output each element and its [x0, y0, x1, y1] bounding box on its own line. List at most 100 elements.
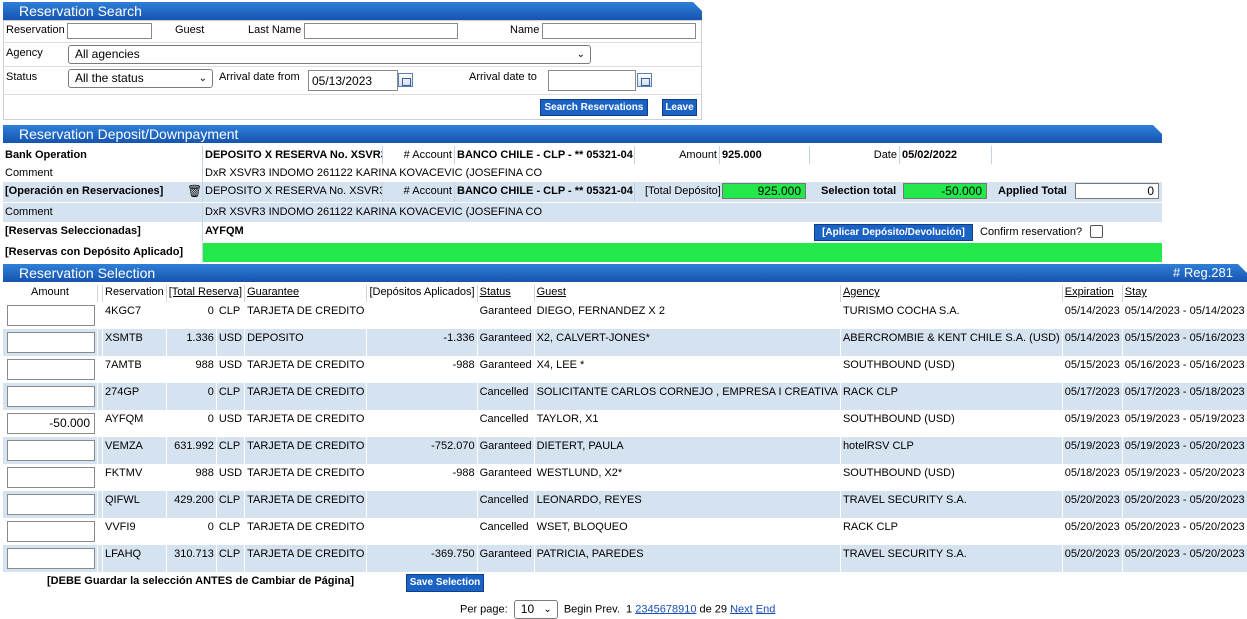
- deposits-cell: -988: [366, 356, 478, 383]
- applied-deposit-row: [Reservas con Depósito Aplicado]: [3, 243, 1162, 262]
- arrival-to-input[interactable]: [548, 70, 636, 91]
- guarantee-cell: TARJETA DE CREDITO: [244, 410, 368, 437]
- trash-icon[interactable]: 🗑: [185, 182, 203, 202]
- calendar-icon[interactable]: [637, 73, 652, 87]
- col-stay[interactable]: Stay: [1122, 285, 1247, 302]
- guest-cell: WSET, BLOQUEO: [534, 518, 841, 545]
- total-cell: 0: [166, 383, 217, 410]
- selection-total-label: Selection total: [821, 185, 897, 197]
- currency-cell: CLP: [216, 545, 246, 572]
- stay-cell: 05/19/2023 - 05/20/2023: [1122, 464, 1247, 491]
- currency-cell: CLP: [216, 302, 246, 329]
- col-reservation[interactable]: Reservation: [102, 285, 167, 302]
- table-row: 274GP 0 CLP TARJETA DE CREDITO Cancelled SOLI…: [3, 383, 1247, 410]
- col-total[interactable]: [Total Reserva]: [166, 285, 246, 302]
- currency-cell: USD: [216, 329, 246, 356]
- guest-cell: SOLICITANTE CARLOS CORNEJO , EMPRESA I C…: [534, 383, 841, 410]
- amount-input[interactable]: [7, 305, 95, 326]
- amount-input[interactable]: [7, 521, 95, 542]
- apply-deposit-button[interactable]: [Aplicar Depósito/Devolución]: [814, 224, 973, 241]
- save-selection-button[interactable]: Save Selection: [406, 574, 484, 592]
- col-amount: Amount: [3, 285, 98, 302]
- arrival-to-label: Arrival date to: [469, 71, 537, 83]
- table-row: -50.000 AYFQM 0 USD TARJETA DE CREDITO Cancel…: [3, 410, 1247, 437]
- deposits-cell: [366, 491, 478, 518]
- guarantee-cell: TARJETA DE CREDITO: [244, 383, 368, 410]
- amount-input[interactable]: [7, 494, 95, 515]
- operation-label: [Operación en Reservaciones]: [5, 185, 164, 197]
- deposits-cell: -1.336: [366, 329, 478, 356]
- amount-input[interactable]: [7, 548, 95, 569]
- col-agency[interactable]: Agency: [840, 285, 1063, 302]
- arrival-from-input[interactable]: [308, 70, 398, 91]
- expiration-cell: 05/19/2023: [1062, 410, 1123, 437]
- col-status[interactable]: Status: [477, 285, 535, 302]
- stay-cell: 05/19/2023 - 05/20/2023: [1122, 437, 1247, 464]
- current-page: 1: [626, 603, 633, 616]
- comment2-row: Comment DxR XSVR3 INDOMO 261122 KARINA K…: [3, 203, 1162, 222]
- amount-value: 925.000: [720, 146, 810, 164]
- account-label: # Account: [383, 146, 455, 164]
- amount-input[interactable]: [7, 359, 95, 380]
- col-guarantee[interactable]: Guarantee: [244, 285, 368, 302]
- table-row: VVFI9 0 CLP TARJETA DE CREDITO Cancelled WSET…: [3, 518, 1247, 545]
- status-cell: Garanteed: [477, 302, 535, 329]
- amount-input[interactable]: -50.000: [7, 413, 95, 434]
- amount-cell: [3, 302, 98, 329]
- chevron-down-icon: ⌄: [198, 73, 207, 84]
- leave-button[interactable]: Leave: [662, 99, 697, 116]
- next-link[interactable]: Next: [730, 603, 753, 615]
- amount-input[interactable]: [7, 440, 95, 461]
- last-name-label: Last Name: [248, 24, 302, 36]
- amount-input[interactable]: [7, 467, 95, 488]
- reservation-input[interactable]: [67, 23, 152, 39]
- agency-cell: ABERCROMBIE & KENT CHILE S.A. (USD): [840, 329, 1063, 356]
- currency-cell: CLP: [216, 383, 246, 410]
- name-input[interactable]: [542, 23, 696, 39]
- guarantee-cell: TARJETA DE CREDITO: [244, 464, 368, 491]
- deposits-cell: [366, 518, 478, 545]
- begin-label: Begin: [563, 603, 592, 616]
- reservation-selection-title: Reservation Selection: [19, 265, 156, 281]
- reservation-search-header: Reservation Search: [3, 2, 702, 20]
- end-link[interactable]: End: [756, 603, 776, 615]
- status-cell: Garanteed: [477, 437, 535, 464]
- reservation-cell: AYFQM: [102, 410, 167, 437]
- applied-total-label: Applied Total: [998, 185, 1067, 197]
- per-page-select[interactable]: 10 ⌄: [513, 600, 558, 619]
- col-deposits: [Depósitos Aplicados]: [366, 285, 478, 302]
- agency-cell: SOUTHBOUND (USD): [840, 464, 1063, 491]
- account-value: BANCO CHILE - CLP - ** 05321-04: [455, 146, 635, 164]
- currency-cell: USD: [216, 464, 246, 491]
- op-account-value: BANCO CHILE - CLP - ** 05321-04: [455, 182, 635, 202]
- calendar-icon[interactable]: [398, 73, 413, 87]
- table-row: VEMZA 631.992 CLP TARJETA DE CREDITO -752.07…: [3, 437, 1247, 464]
- deposits-cell: -369.750: [366, 545, 478, 572]
- total-cell: 310.713: [166, 545, 217, 572]
- agency-select[interactable]: All agencies ⌄: [68, 45, 591, 64]
- reg-count: # Reg.281: [1173, 265, 1233, 280]
- bank-operation-value: DEPOSITO X RESERVA No. XSVR3: [203, 146, 383, 164]
- search-reservations-button[interactable]: Search Reservations: [540, 99, 648, 116]
- status-select[interactable]: All the status ⌄: [68, 69, 213, 88]
- applied-total-field[interactable]: 0: [1075, 183, 1159, 199]
- confirm-reservation-checkbox[interactable]: [1090, 225, 1103, 238]
- guest-cell: X2, CALVERT-JONES*: [534, 329, 841, 356]
- agency-cell: RACK CLP: [840, 383, 1063, 410]
- page-link[interactable]: 10: [684, 603, 696, 615]
- deposits-cell: [366, 410, 478, 437]
- amount-cell: [3, 545, 98, 572]
- amount-input[interactable]: [7, 386, 95, 407]
- currency-cell: CLP: [216, 491, 246, 518]
- expiration-cell: 05/20/2023: [1062, 491, 1123, 518]
- guarantee-cell: TARJETA DE CREDITO: [244, 545, 368, 572]
- last-name-input[interactable]: [304, 23, 458, 39]
- reservation-cell: VVFI9: [102, 518, 167, 545]
- expiration-cell: 05/20/2023: [1062, 518, 1123, 545]
- status-select-value: All the status: [75, 71, 144, 85]
- deposit-title: Reservation Deposit/Downpayment: [19, 126, 239, 142]
- col-guest[interactable]: Guest: [534, 285, 841, 302]
- amount-input[interactable]: [7, 332, 95, 353]
- guest-cell: WESTLUND, X2*: [534, 464, 841, 491]
- col-expiration[interactable]: Expiration: [1062, 285, 1123, 302]
